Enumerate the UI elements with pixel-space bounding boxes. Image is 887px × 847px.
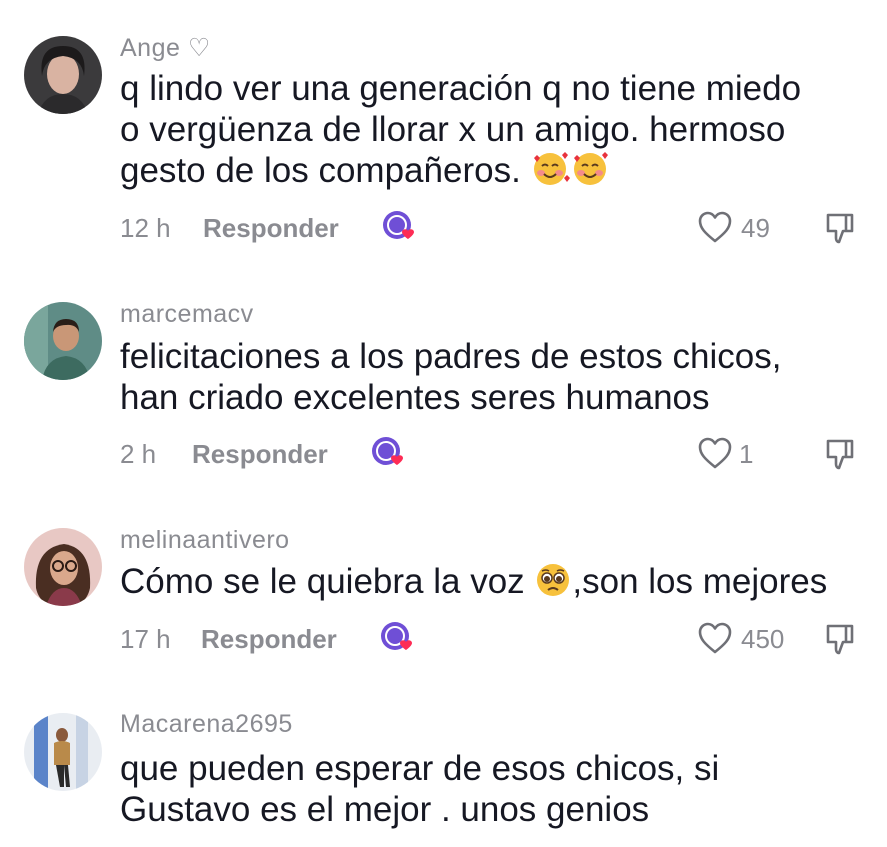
like-heart-icon[interactable] bbox=[697, 436, 733, 470]
like-heart-icon[interactable] bbox=[697, 621, 733, 655]
avatar[interactable] bbox=[24, 528, 102, 606]
comment-time: 17 h bbox=[120, 624, 171, 654]
comment-text-segment: ,son los mejores bbox=[572, 562, 828, 601]
reply-button[interactable]: Responder bbox=[203, 213, 339, 244]
comment-text-segment: gesto de los compañeros. bbox=[120, 151, 521, 190]
comment-username[interactable]: Macarena2695 bbox=[120, 710, 293, 739]
comment-username[interactable]: marcemacv bbox=[120, 300, 254, 329]
comment-time: 2 h bbox=[120, 439, 157, 469]
creator-badge-icon bbox=[372, 437, 403, 465]
reply-button[interactable]: Responder bbox=[201, 624, 337, 655]
avatar[interactable] bbox=[24, 302, 102, 380]
like-heart-icon[interactable] bbox=[697, 210, 733, 244]
comment-text: q lindo ver una generación q no tiene mi… bbox=[120, 68, 870, 197]
comment-text-line: q lindo ver una generación q no tiene mi… bbox=[120, 69, 802, 108]
dislike-icon[interactable] bbox=[824, 437, 858, 471]
comment-text-line: Cómo se le quiebra la voz ,son los mejor… bbox=[120, 561, 870, 608]
dislike-icon[interactable] bbox=[824, 211, 858, 245]
avatar[interactable] bbox=[24, 713, 102, 791]
like-count: 49 bbox=[741, 213, 770, 243]
pleading-face-icon bbox=[534, 561, 572, 608]
comment-text-line: Gustavo es el mejor . unos genios bbox=[120, 790, 650, 829]
comment-text-line: felicitaciones a los padres de estos chi… bbox=[120, 337, 782, 376]
comment-text-line: han criado excelentes seres humanos bbox=[120, 378, 710, 417]
comment-text: que pueden esperar de esos chicos, si Gu… bbox=[120, 748, 870, 830]
reply-button[interactable]: Responder bbox=[192, 439, 328, 470]
comment-username[interactable]: Ange ♡ bbox=[120, 33, 211, 63]
comment-text-segment: Cómo se le quiebra la voz bbox=[120, 562, 535, 601]
comment-time: 12 h bbox=[120, 213, 171, 243]
avatar[interactable] bbox=[24, 36, 102, 114]
creator-badge-icon bbox=[383, 211, 414, 239]
comment-text-line: o vergüenza de llorar x un amigo. hermos… bbox=[120, 110, 786, 149]
like-count: 1 bbox=[739, 439, 754, 469]
dislike-icon[interactable] bbox=[824, 622, 858, 656]
like-count: 450 bbox=[741, 624, 785, 654]
creator-badge-icon bbox=[381, 622, 412, 650]
comment-text: Cómo se le quiebra la voz ,son los mejor… bbox=[120, 561, 870, 608]
comment-username[interactable]: melinaantivero bbox=[120, 526, 290, 555]
comment-text-line: que pueden esperar de esos chicos, si bbox=[120, 749, 720, 788]
comment-text-line: gesto de los compañeros. bbox=[120, 150, 870, 197]
smiling-face-with-hearts-icon bbox=[531, 150, 611, 197]
comment-text: felicitaciones a los padres de estos chi… bbox=[120, 336, 870, 418]
